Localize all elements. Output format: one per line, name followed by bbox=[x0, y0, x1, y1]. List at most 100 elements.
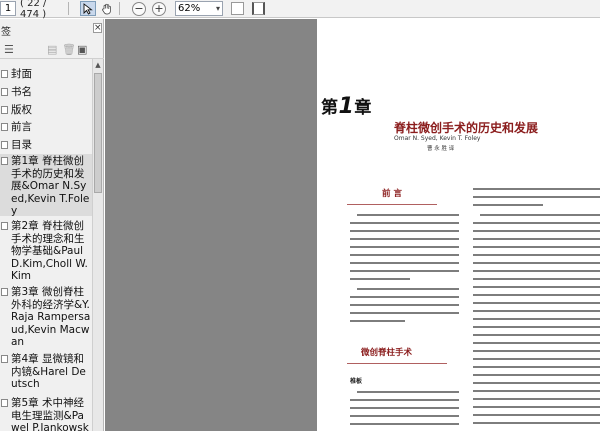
text-line bbox=[350, 304, 459, 306]
chapter-suffix: 章 bbox=[354, 98, 372, 118]
toolbar-divider bbox=[68, 2, 69, 15]
text-line bbox=[473, 238, 600, 240]
text-line bbox=[473, 270, 600, 272]
text-line bbox=[357, 288, 459, 290]
bookmark-item-contents[interactable]: 目录 bbox=[0, 138, 92, 152]
text-line bbox=[473, 350, 600, 352]
bookmark-icon bbox=[1, 123, 8, 131]
bookmark-label: 第2章 脊柱微创手术的理念和生物学基础&Paul D.Kim,Choll W.K… bbox=[11, 220, 88, 282]
text-line bbox=[473, 374, 600, 376]
text-line bbox=[473, 310, 600, 312]
chapter-title: 脊柱微创手术的历史和发展 bbox=[394, 121, 539, 135]
text-line bbox=[473, 294, 600, 296]
text-line bbox=[473, 262, 600, 264]
text-line bbox=[473, 278, 600, 280]
bookmark-scrollbar[interactable]: ▲ bbox=[92, 59, 103, 431]
text-line bbox=[473, 302, 600, 304]
text-line bbox=[473, 422, 600, 424]
bookmark-icon bbox=[1, 141, 8, 149]
bookmark-label: 第1章 脊柱微创手术的历史和发展&Omar N.Syed,Kevin T.Fol… bbox=[11, 155, 90, 217]
zoom-level-value: 62% bbox=[178, 3, 201, 14]
bookmark-item-chapter-5[interactable]: 第5章 术中神经电生理监测&Pawel P.Jankowski,Richar bbox=[0, 396, 92, 431]
text-line bbox=[350, 270, 459, 272]
text-line bbox=[350, 296, 459, 298]
text-line bbox=[350, 312, 459, 314]
text-line bbox=[480, 214, 600, 216]
text-line bbox=[357, 214, 459, 216]
chapter-heading: 第1章 bbox=[321, 93, 372, 119]
scrollbar-thumb[interactable] bbox=[94, 73, 102, 193]
close-icon[interactable]: × bbox=[93, 23, 102, 33]
chapter-label: 第 bbox=[321, 98, 339, 118]
select-arrow-icon[interactable] bbox=[80, 1, 96, 16]
bookmark-item-chapter-2[interactable]: 第2章 脊柱微创手术的理念和生物学基础&Paul D.Kim,Choll W.K… bbox=[0, 219, 92, 282]
new-bookmark-icon[interactable]: ▤ bbox=[47, 44, 57, 56]
bookmark-icon bbox=[1, 399, 8, 407]
text-line bbox=[473, 390, 600, 392]
bookmark-icon bbox=[1, 355, 8, 363]
chapter-translator: 曹 永 胜 译 bbox=[427, 146, 455, 152]
zoom-level-select[interactable]: 62% ▾ bbox=[175, 1, 223, 16]
text-line bbox=[473, 382, 600, 384]
bookmark-item-chapter-3[interactable]: 第3章 微创脊柱外科的经济学&Y.Raja Rampersaud,Kevin M… bbox=[0, 285, 92, 348]
chevron-down-icon: ▾ bbox=[215, 4, 220, 13]
bookmark-label: 第5章 术中神经电生理监测&Pawel P.Jankowski,Richar bbox=[11, 397, 89, 431]
text-line bbox=[350, 399, 459, 401]
bookmark-item-preface[interactable]: 前言 bbox=[0, 120, 92, 134]
section-divider bbox=[347, 363, 447, 364]
text-line bbox=[473, 188, 600, 190]
text-line bbox=[350, 254, 459, 256]
bookmark-label: 前言 bbox=[11, 121, 32, 133]
bookmark-item-chapter-4[interactable]: 第4章 显微镜和内镜&Harel Deutsch bbox=[0, 352, 92, 392]
fit-width-button[interactable] bbox=[250, 1, 266, 16]
text-line bbox=[357, 391, 459, 393]
text-line bbox=[473, 326, 600, 328]
hand-tool-icon[interactable] bbox=[99, 1, 115, 16]
text-line bbox=[350, 246, 459, 248]
fit-page-button[interactable] bbox=[229, 1, 245, 16]
text-line bbox=[350, 415, 459, 417]
bookmark-options-icon[interactable]: ☰ bbox=[4, 44, 14, 56]
expand-bookmark-icon[interactable]: ▣ bbox=[77, 44, 87, 56]
bookmark-icon bbox=[1, 70, 8, 78]
text-line bbox=[350, 278, 410, 280]
text-line bbox=[473, 222, 600, 224]
panel-title: 签 bbox=[1, 27, 11, 38]
fit-width-icon bbox=[251, 2, 265, 15]
text-line bbox=[473, 406, 600, 408]
bookmark-label: 版权 bbox=[11, 104, 32, 116]
bookmark-icon bbox=[1, 222, 8, 230]
bookmark-label: 第4章 显微镜和内镜&Harel Deutsch bbox=[11, 353, 86, 390]
text-line bbox=[473, 342, 600, 344]
zoom-out-button[interactable]: − bbox=[131, 1, 147, 16]
bookmark-label: 封面 bbox=[11, 68, 32, 80]
chapter-authors: Omar N. Syed, Kevin T. Foley bbox=[394, 135, 481, 142]
bookmark-label: 第3章 微创脊柱外科的经济学&Y.Raja Rampersaud,Kevin M… bbox=[11, 286, 91, 348]
fit-page-icon bbox=[230, 2, 244, 15]
text-line bbox=[350, 423, 459, 425]
text-line bbox=[350, 222, 459, 224]
bookmark-item-chapter-1[interactable]: 第1章 脊柱微创手术的历史和发展&Omar N.Syed,Kevin T.Fol… bbox=[0, 154, 92, 217]
bookmark-list: 封面 书名 版权 前言 目录 第1章 脊柱微创手术的历史和发展&Omar N.S… bbox=[0, 63, 92, 431]
bookmark-toolbar: ☰ ▤ 🗑 ▣ bbox=[0, 41, 104, 59]
zoom-in-icon: + bbox=[152, 1, 166, 16]
bookmark-item-book-title[interactable]: 书名 bbox=[0, 85, 92, 99]
section-divider bbox=[347, 204, 437, 205]
text-line bbox=[350, 262, 459, 264]
delete-bookmark-icon[interactable]: 🗑 bbox=[62, 44, 76, 56]
text-line bbox=[350, 238, 459, 240]
text-line bbox=[473, 398, 600, 400]
section-heading-minimally-invasive: 微创脊柱手术 bbox=[361, 348, 413, 358]
bookmark-item-cover[interactable]: 封面 bbox=[0, 67, 92, 81]
bookmark-item-copyright[interactable]: 版权 bbox=[0, 103, 92, 117]
bookmark-icon bbox=[1, 288, 8, 296]
toolbar: 1 ( 22 / 474 ) − + 62% ▾ bbox=[0, 0, 600, 20]
bookmark-label: 目录 bbox=[11, 139, 32, 151]
scroll-up-icon[interactable]: ▲ bbox=[94, 60, 102, 70]
subsection-heading: 椎板 bbox=[350, 378, 363, 385]
page-number-input[interactable]: 1 bbox=[0, 1, 16, 16]
text-line bbox=[473, 414, 600, 416]
text-line bbox=[350, 407, 459, 409]
zoom-in-button[interactable]: + bbox=[151, 1, 167, 16]
text-line bbox=[473, 366, 600, 368]
